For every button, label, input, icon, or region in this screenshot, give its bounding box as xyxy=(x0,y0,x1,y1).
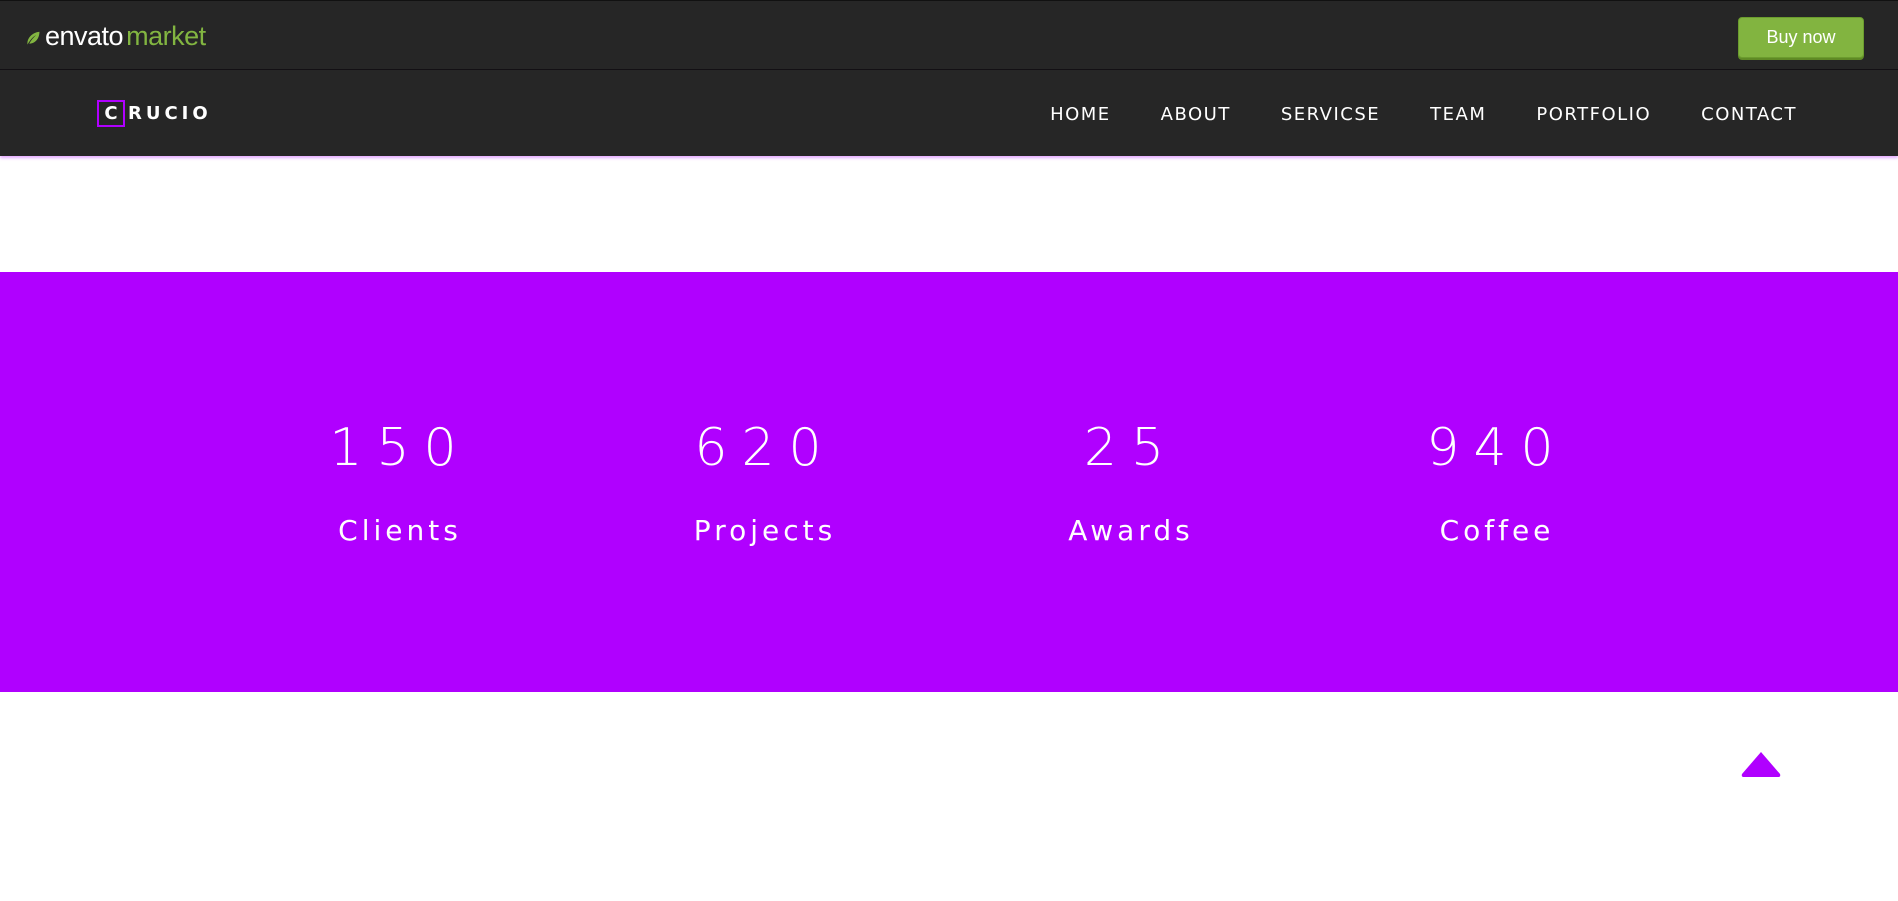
site-header: C RUCIO HOME ABOUT SERVICSE TEAM PORTFOL… xyxy=(0,70,1898,156)
counter-section: 150 Clients 620 Projects 25 Awards 940 C… xyxy=(0,272,1898,692)
envato-market-text: market xyxy=(126,20,206,51)
buy-now-button[interactable]: Buy now xyxy=(1738,17,1864,58)
scroll-to-top-button[interactable] xyxy=(1740,750,1782,780)
counter-value: 150 xyxy=(329,418,471,478)
envato-market-bar: envato market Buy now xyxy=(0,0,1898,70)
logo-mark: C xyxy=(97,100,125,127)
counter-value: 620 xyxy=(694,418,836,478)
counter-value: 940 xyxy=(1426,418,1568,478)
counter-value: 25 xyxy=(1083,418,1179,478)
counter-label: Awards xyxy=(1068,514,1194,547)
envato-brand-text: envato xyxy=(45,20,124,51)
counter-label: Coffee xyxy=(1439,514,1555,547)
nav-team[interactable]: TEAM xyxy=(1430,104,1486,125)
counter-label: Clients xyxy=(338,514,462,547)
site-logo[interactable]: C RUCIO xyxy=(97,100,212,127)
nav-contact[interactable]: CONTACT xyxy=(1701,104,1797,125)
counter-label: Projects xyxy=(693,514,837,547)
nav-portfolio[interactable]: PORTFOLIO xyxy=(1536,104,1651,125)
envato-market-logo[interactable]: envato market xyxy=(25,21,206,51)
envato-leaf-icon xyxy=(27,31,40,44)
nav-about[interactable]: ABOUT xyxy=(1161,104,1231,125)
logo-text: RUCIO xyxy=(128,103,212,124)
main-nav: HOME ABOUT SERVICSE TEAM PORTFOLIO CONTA… xyxy=(1050,104,1797,125)
nav-home[interactable]: HOME xyxy=(1050,104,1111,125)
nav-services[interactable]: SERVICSE xyxy=(1281,104,1380,125)
chevron-up-icon xyxy=(1741,752,1781,777)
